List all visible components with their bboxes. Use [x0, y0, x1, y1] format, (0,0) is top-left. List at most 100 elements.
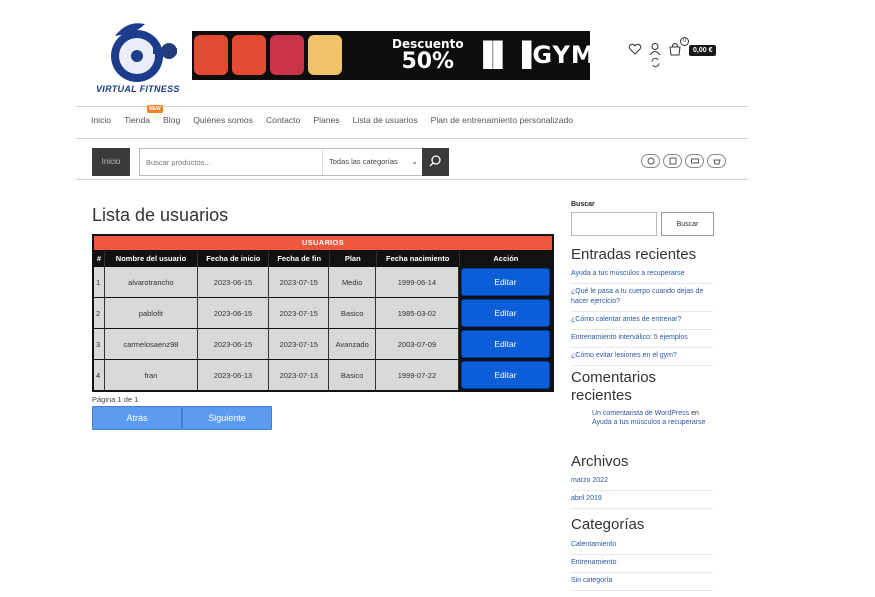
birth-date-cell: 1999-06-14 [375, 267, 459, 297]
nav-lista-usuarios[interactable]: Lista de usuarios [353, 115, 418, 125]
search-icon [429, 155, 441, 167]
comment-post-link[interactable]: Ayuda a tus músculos a recuperarse [592, 419, 706, 426]
new-badge: NEW [147, 105, 163, 113]
table-row: 4 fran 2023-06-13 2023-07-13 Basico 1999… [94, 359, 552, 390]
table-caption: USUARIOS [94, 236, 552, 250]
header-divider [76, 106, 748, 107]
col-header: # [94, 251, 105, 266]
col-header: Acción [459, 251, 552, 266]
end-date-cell: 2023-07-15 [269, 329, 330, 359]
prev-page-button[interactable]: Atrás [92, 406, 182, 430]
table-header-row: # Nombre del usuario Fecha de inicio Fec… [94, 250, 552, 266]
compare-icon[interactable] [650, 57, 661, 68]
categories-list: Calentamiento Entrenamiento Sin categorí… [571, 537, 713, 591]
category-link[interactable]: Entrenamiento [571, 555, 713, 573]
gym-logo: ▐▌▐GYM▐▌ [474, 41, 635, 69]
comment-connector: en [691, 410, 699, 417]
users-table: USUARIOS # Nombre del usuario Fecha de i… [92, 234, 554, 392]
recent-comments-heading: Comentarios recientes [571, 369, 657, 404]
start-date-cell: 2023-06-15 [197, 298, 270, 328]
col-header: Fecha nacimiento [376, 251, 460, 266]
start-date-cell: 2023-06-15 [197, 267, 270, 297]
birth-date-cell: 1985-03-02 [375, 298, 459, 328]
barbell-icon: ▐▌▐ [474, 41, 533, 69]
category-link[interactable]: Sin categoría [571, 573, 713, 591]
table-row: 2 pablofit 2023-06-15 2023-07-15 Basico … [94, 297, 552, 328]
col-header: Nombre del usuario [104, 251, 199, 266]
recent-posts-heading: Entradas recientes [571, 246, 697, 263]
kettlebell-icon [232, 35, 266, 75]
nav-quienes-somos[interactable]: Quiénes somos [193, 115, 253, 125]
recent-posts-list: Ayuda a tus músculos a recuperarse ¿Qué … [571, 266, 713, 366]
action-cell: Editar [458, 298, 552, 328]
action-cell: Editar [458, 360, 552, 390]
username-cell: pablofit [104, 298, 198, 328]
action-cell: Editar [458, 267, 552, 297]
end-date-cell: 2023-07-13 [269, 360, 330, 390]
archive-link[interactable]: abril 2019 [571, 491, 713, 509]
row-index: 1 [94, 267, 105, 297]
birth-date-cell: 1999-07-22 [375, 360, 459, 390]
edit-button[interactable]: Editar [460, 330, 550, 358]
heart-outline-icon[interactable] [628, 42, 642, 56]
recent-post-link[interactable]: ¿Cómo calentar antes de entrenar? [571, 312, 713, 330]
nav-divider [76, 138, 748, 139]
circle-link-icon-2[interactable] [663, 154, 682, 168]
plan-cell: Basico [329, 360, 376, 390]
circle-link-icon-3[interactable] [685, 154, 704, 168]
plan-cell: Medio [329, 267, 376, 297]
edit-button[interactable]: Editar [460, 268, 550, 296]
col-header: Plan [329, 251, 377, 266]
user-icon[interactable] [648, 42, 662, 56]
nav-plan-entrenamiento[interactable]: Plan de entrenamiento personalizado [431, 115, 573, 125]
home-button[interactable]: Inicio [92, 148, 130, 176]
page-title: Lista de usuarios [92, 205, 229, 225]
edit-button[interactable]: Editar [460, 299, 550, 327]
circle-link-icon-1[interactable] [641, 154, 660, 168]
nav-inicio[interactable]: Inicio [91, 115, 111, 125]
plan-cell: Avanzado [329, 329, 376, 359]
pagination-text: Página 1 de 1 [92, 395, 139, 404]
search-input[interactable] [146, 149, 316, 175]
recent-post-link[interactable]: ¿Qué le pasa a tu cuerpo cuando dejas de… [571, 284, 713, 312]
circle-link-icon-4[interactable] [707, 154, 726, 168]
archives-heading: Archivos [571, 453, 629, 470]
sidebar-search-label: Buscar [571, 201, 595, 208]
nav-planes[interactable]: Planes [313, 115, 339, 125]
plan-cell: Basico [329, 298, 376, 328]
col-header: Fecha de fin [269, 251, 330, 266]
comment-author-link[interactable]: Un comentarista de WordPress [592, 410, 689, 417]
main-nav: Inicio Tienda NEW Blog Quiénes somos Cont… [91, 105, 586, 125]
nav-blog[interactable]: Blog [163, 115, 180, 125]
edit-button[interactable]: Editar [460, 361, 550, 389]
promo-banner[interactable]: Descuento 50% ▐▌▐GYM▐▌ [192, 31, 634, 80]
row-index: 4 [94, 360, 105, 390]
search-button[interactable] [422, 148, 449, 176]
start-date-cell: 2023-06-15 [197, 329, 270, 359]
next-page-button[interactable]: Siguiente [182, 406, 272, 430]
start-date-cell: 2023-06-13 [197, 360, 270, 390]
heart-icon [308, 35, 342, 75]
recent-comment: Un comentarista de WordPress en Ayuda a … [592, 410, 717, 427]
sidebar-search-button[interactable]: Buscar [661, 212, 714, 236]
cart-total[interactable]: 0,00 € [689, 45, 717, 56]
product-search: Todas las categorías ⌄ [139, 148, 449, 176]
nav-contacto[interactable]: Contacto [266, 115, 300, 125]
archive-link[interactable]: marzo 2022 [571, 473, 713, 491]
apple-icon [270, 35, 304, 75]
end-date-cell: 2023-07-15 [269, 267, 330, 297]
nav-tienda[interactable]: Tienda NEW [124, 105, 163, 125]
search-divider [76, 179, 748, 180]
table-row: 1 alvarotrancho 2023-06-15 2023-07-15 Me… [94, 266, 552, 297]
recent-post-link[interactable]: Ayuda a tus músculos a recuperarse [571, 266, 713, 284]
category-link[interactable]: Calentamiento [571, 537, 713, 555]
username-cell: fran [104, 360, 198, 390]
recent-post-link[interactable]: Entrenamiento interválico: 5 ejemplos [571, 330, 713, 348]
category-select[interactable]: Todas las categorías ⌄ [322, 149, 422, 175]
recent-post-link[interactable]: ¿Cómo evitar lesiones en el gym? [571, 348, 713, 366]
archives-list: marzo 2022 abril 2019 [571, 473, 713, 509]
dumbbell-icon [194, 35, 228, 75]
discount-text: Descuento 50% [392, 37, 464, 74]
row-index: 2 [94, 298, 105, 328]
sidebar-search-input[interactable] [571, 212, 657, 236]
